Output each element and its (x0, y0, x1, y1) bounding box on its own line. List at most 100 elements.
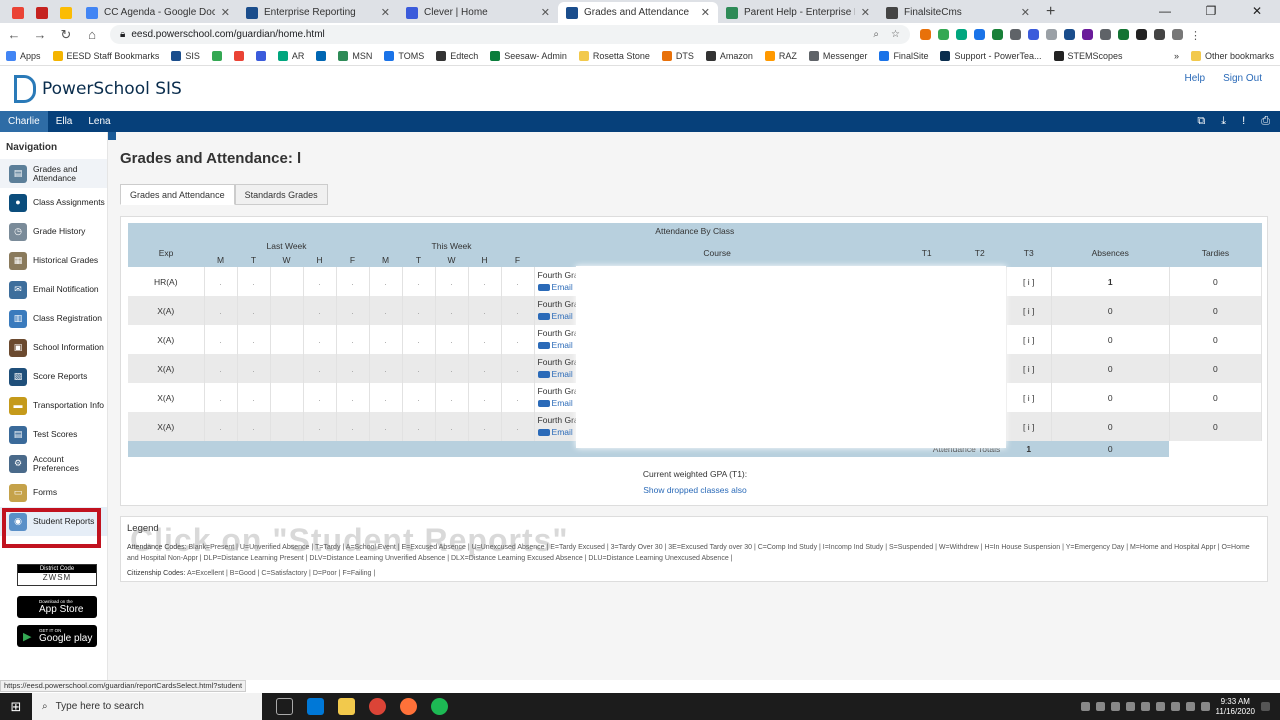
bookmark-item[interactable]: Rosetta Stone (578, 50, 650, 61)
print-icon[interactable]: ⎙ (1261, 115, 1270, 128)
day-cell[interactable]: . (204, 412, 238, 441)
extension-icon[interactable] (1118, 29, 1129, 40)
day-cell[interactable]: . (402, 296, 436, 325)
spotify-icon[interactable] (431, 698, 448, 715)
extension-icon[interactable] (956, 29, 967, 40)
day-cell[interactable]: . (435, 267, 469, 296)
maximize-button[interactable]: ❐ (1188, 0, 1234, 22)
day-cell[interactable]: . (237, 354, 271, 383)
day-cell[interactable] (270, 296, 304, 325)
extension-icon[interactable] (1064, 29, 1075, 40)
day-cell[interactable] (270, 412, 304, 441)
bookmark-item[interactable]: Seesaw- Admin (490, 50, 567, 61)
firefox-icon[interactable] (400, 698, 417, 715)
home-button[interactable]: ⌂ (84, 27, 100, 42)
tardies-cell[interactable]: 0 (1169, 267, 1263, 296)
browser-tab[interactable]: FinalsiteCms ✕ (878, 2, 1038, 23)
day-cell[interactable]: . (468, 354, 502, 383)
tardies-cell[interactable]: 0 (1169, 383, 1263, 412)
extension-icon[interactable] (1154, 29, 1165, 40)
tab-close-icon[interactable]: ✕ (1021, 6, 1030, 19)
day-cell[interactable]: . (336, 325, 370, 354)
profile-avatar[interactable] (1172, 29, 1183, 40)
bookmark-item[interactable]: DTS (661, 50, 694, 61)
day-cell[interactable]: . (501, 325, 535, 354)
show-dropped-link[interactable]: Show dropped classes also (121, 485, 1269, 495)
nav-item[interactable]: ◷ Grade History (0, 217, 107, 246)
day-cell[interactable]: . (336, 296, 370, 325)
volume-icon[interactable] (1200, 702, 1210, 711)
bookmark-item[interactable] (316, 50, 327, 61)
edge-icon[interactable] (307, 698, 324, 715)
pinned-tab-calendar[interactable] (30, 2, 54, 23)
bookmark-item[interactable]: Support - PowerTea... (940, 50, 1042, 61)
zoom-search-icon[interactable]: ⌕ (873, 29, 879, 40)
bookmark-item[interactable]: Messenger (808, 50, 867, 61)
app-store-badge[interactable]: Download on the App Store (17, 596, 97, 618)
day-cell[interactable]: . (402, 383, 436, 412)
tray-icon[interactable] (1110, 702, 1120, 711)
t3-info-link[interactable]: [ i ] (1006, 325, 1052, 354)
absences-cell[interactable]: 0 (1051, 296, 1170, 325)
day-cell[interactable]: . (204, 325, 238, 354)
pinned-tab-gmail[interactable] (6, 2, 30, 23)
extension-icon[interactable] (992, 29, 1003, 40)
day-cell[interactable]: . (402, 354, 436, 383)
day-cell[interactable]: . (468, 412, 502, 441)
window-close-button[interactable]: ✕ (1234, 0, 1280, 22)
nav-item[interactable]: ▤ Grades and Attendance (0, 159, 107, 188)
t3-info-link[interactable]: [ i ] (1006, 296, 1052, 325)
day-cell[interactable]: . (303, 412, 337, 441)
clock[interactable]: 9:33 AM 11/16/2020 (1216, 697, 1255, 716)
minimize-button[interactable]: — (1142, 0, 1188, 22)
day-cell[interactable]: . (402, 412, 436, 441)
day-cell[interactable]: . (501, 354, 535, 383)
day-cell[interactable] (270, 267, 304, 296)
download-icon[interactable]: ⤓ (1221, 115, 1226, 128)
other-bookmarks[interactable]: Other bookmarks (1190, 50, 1274, 61)
day-cell[interactable]: . (402, 325, 436, 354)
day-cell[interactable]: . (204, 354, 238, 383)
day-cell[interactable]: . (237, 412, 271, 441)
day-cell[interactable]: . (402, 267, 436, 296)
extension-icon[interactable] (920, 29, 931, 40)
address-bar[interactable]: 🔒︎ eesd.powerschool.com/guardian/home.ht… (110, 25, 910, 44)
day-cell[interactable]: . (468, 296, 502, 325)
day-cell[interactable]: . (501, 412, 535, 441)
day-cell[interactable]: . (369, 325, 403, 354)
forward-button[interactable]: → (32, 27, 48, 42)
bookmark-item[interactable]: RAZ (764, 50, 797, 61)
bookmark-item[interactable]: STEMScopes (1053, 50, 1123, 61)
bookmark-item[interactable]: FinalSite (879, 50, 928, 61)
day-cell[interactable] (270, 354, 304, 383)
day-cell[interactable]: . (237, 296, 271, 325)
t3-info-link[interactable]: [ i ] (1006, 383, 1052, 412)
menu-kebab-icon[interactable]: ⋮ (1190, 29, 1201, 42)
day-cell[interactable]: . (237, 383, 271, 412)
extension-icon[interactable] (1136, 29, 1147, 40)
absences-cell[interactable]: 0 (1051, 325, 1170, 354)
bookmark-item[interactable] (255, 50, 266, 61)
tab-close-icon[interactable]: ✕ (221, 6, 230, 19)
tray-icon[interactable] (1140, 702, 1150, 711)
day-cell[interactable]: . (369, 296, 403, 325)
tab-close-icon[interactable]: ✕ (701, 6, 710, 19)
extension-icon[interactable] (1028, 29, 1039, 40)
tardies-cell[interactable]: 0 (1169, 412, 1263, 441)
extension-icon[interactable] (974, 29, 985, 40)
tardies-cell[interactable]: 0 (1169, 354, 1263, 383)
absences-cell[interactable]: 0 (1051, 354, 1170, 383)
tray-icon[interactable] (1095, 702, 1105, 711)
sign-out-link[interactable]: Sign Out (1223, 73, 1262, 84)
day-cell[interactable]: . (435, 296, 469, 325)
nav-item[interactable]: ▣ School Information (0, 333, 107, 362)
nav-item[interactable]: ▬ Transportation Info (0, 391, 107, 420)
day-cell[interactable]: . (369, 383, 403, 412)
nav-item[interactable]: ✉ Email Notification (0, 275, 107, 304)
t3-info-link[interactable]: [ i ] (1006, 354, 1052, 383)
t3-info-link[interactable]: [ i ] (1006, 412, 1052, 441)
day-cell[interactable] (270, 383, 304, 412)
google-play-badge[interactable]: ▶ GET IT ON Google play (17, 625, 97, 647)
day-cell[interactable]: . (435, 412, 469, 441)
browser-tab[interactable]: Enterprise Reporting ✕ (238, 2, 398, 23)
